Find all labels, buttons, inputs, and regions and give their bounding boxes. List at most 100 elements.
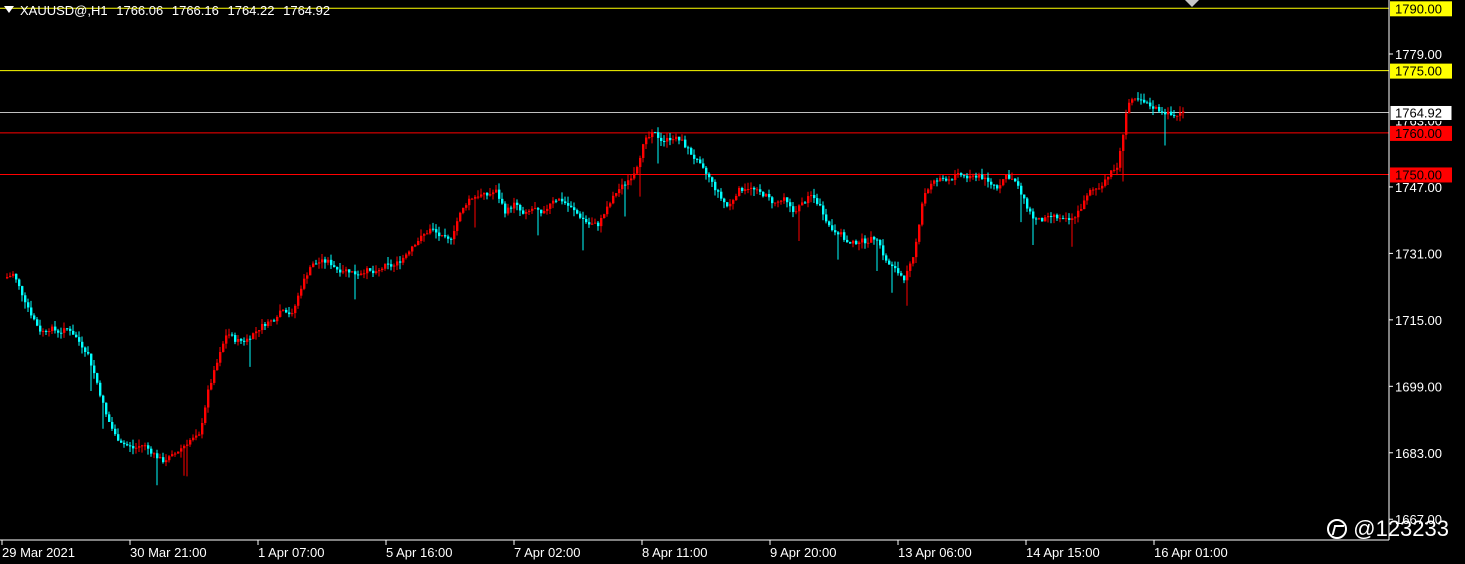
candle-body: [810, 195, 813, 197]
candle-body: [219, 351, 222, 363]
candle-body: [471, 198, 474, 200]
candle-body: [786, 197, 789, 203]
candle-body: [933, 180, 936, 184]
candle-body: [432, 228, 435, 230]
candle-body: [762, 191, 765, 197]
watermark-text: @123233: [1353, 516, 1449, 541]
candle-body: [429, 228, 432, 234]
candle-body: [1116, 167, 1119, 170]
candle-body: [1077, 210, 1080, 218]
candle-body: [399, 261, 402, 263]
candle-body: [249, 338, 252, 340]
candle-body: [618, 189, 621, 194]
candle-body: [579, 213, 582, 218]
candle-body: [867, 242, 870, 244]
candle-body: [51, 326, 54, 332]
x-tick-label: 14 Apr 15:00: [1026, 545, 1100, 560]
candle-body: [756, 189, 759, 191]
candle-body: [510, 207, 513, 209]
candle-body: [1119, 150, 1122, 168]
candle-body: [873, 236, 876, 240]
candle-body: [843, 232, 846, 240]
candle-body: [636, 167, 639, 174]
candle-body: [180, 448, 183, 452]
candle-body: [633, 173, 636, 179]
candle-body: [1101, 185, 1104, 189]
candle-body: [129, 445, 132, 447]
candle-body: [66, 328, 69, 330]
candle-body: [42, 330, 45, 332]
candle-body: [75, 334, 78, 338]
candle-body: [393, 265, 396, 267]
candle-body: [648, 137, 651, 139]
candle-body: [174, 453, 177, 455]
candle-body: [357, 274, 360, 276]
candle-body: [474, 196, 477, 199]
candle-body: [216, 362, 219, 371]
watermark: @123233: [1327, 516, 1449, 542]
candle-body: [936, 180, 939, 182]
level-price-label-3: 1750.00: [1395, 167, 1442, 182]
candle-body: [819, 203, 822, 206]
x-tick-label: 13 Apr 06:00: [898, 545, 972, 560]
candle-body: [288, 312, 291, 315]
candle-body: [600, 218, 603, 227]
candle-body: [225, 335, 228, 344]
candle-body: [678, 136, 681, 141]
candle-body: [132, 446, 135, 449]
dropdown-triangle-icon[interactable]: [4, 6, 14, 13]
chart-header: XAUUSD@,H1 1766.06 1766.16 1764.22 1764.…: [4, 3, 335, 18]
candle-body: [1062, 218, 1065, 220]
candle-body: [1128, 102, 1131, 114]
candle-body: [1167, 111, 1170, 115]
candle-body: [1053, 214, 1056, 217]
candle-body: [870, 236, 873, 243]
candle-body: [78, 337, 81, 342]
candle-body: [459, 212, 462, 222]
candle-body: [1179, 112, 1182, 116]
candle-body: [954, 174, 957, 180]
candle-body: [687, 147, 690, 149]
candle-body: [1092, 189, 1095, 191]
candle-body: [1158, 106, 1161, 112]
level-price-label-0: 1790.00: [1395, 1, 1442, 16]
candle-body: [258, 330, 261, 332]
candle-body: [81, 341, 84, 348]
candle-body: [828, 221, 831, 226]
candle-body: [1137, 98, 1140, 100]
candle-body: [939, 177, 942, 181]
candle-body: [327, 259, 330, 263]
candle-body: [969, 175, 972, 179]
level-price-label-1: 1775.00: [1395, 64, 1442, 79]
candle-body: [1161, 111, 1164, 113]
candle-body: [147, 445, 150, 449]
candle-body: [339, 269, 342, 273]
candle-body: [390, 264, 393, 267]
candle-body: [777, 201, 780, 203]
symbol-timeframe: XAUUSD@,H1: [20, 3, 108, 18]
candle-body: [162, 457, 165, 463]
candle-body: [714, 181, 717, 191]
x-tick-label: 9 Apr 20:00: [770, 545, 837, 560]
candle-body: [1149, 102, 1152, 107]
candle-body: [987, 177, 990, 182]
candle-body: [483, 192, 486, 195]
candle-body: [840, 232, 843, 235]
candle-body: [624, 184, 627, 186]
candle-body: [732, 200, 735, 204]
shift-marker-icon[interactable]: [1185, 0, 1199, 7]
candle-body: [267, 321, 270, 326]
candle-body: [1059, 218, 1062, 220]
candle-body: [606, 206, 609, 215]
candle-body: [684, 139, 687, 148]
candle-body: [1005, 174, 1008, 180]
candle-body: [417, 240, 420, 245]
candle-body: [621, 184, 624, 190]
candle-body: [1089, 189, 1092, 196]
candle-body: [1056, 214, 1059, 219]
candle-body: [18, 279, 21, 287]
candle-body: [447, 236, 450, 239]
y-tick-label: 1683.00: [1395, 446, 1442, 461]
candle-body: [1152, 106, 1155, 109]
candle-body: [699, 159, 702, 164]
